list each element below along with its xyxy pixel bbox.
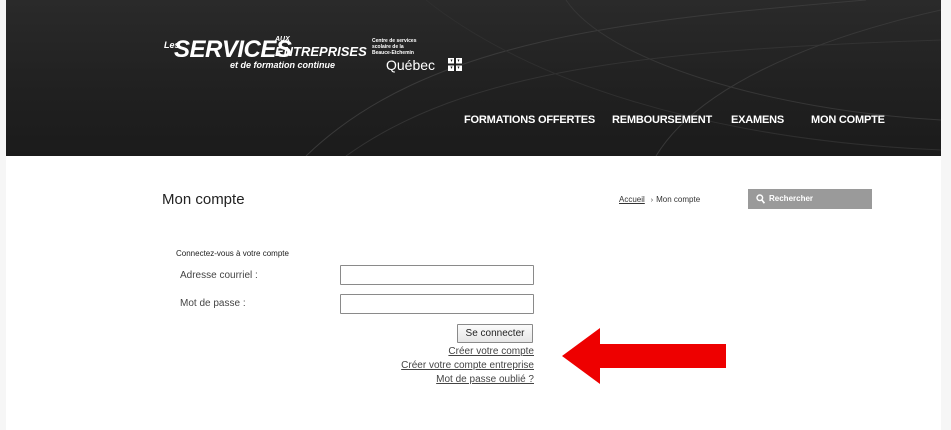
nav-remboursement[interactable]: REMBOURSEMENT <box>612 114 712 128</box>
site-header: Les SERVICES AUX ENTREPRISES et de forma… <box>6 0 941 156</box>
breadcrumb-separator: › <box>650 197 654 204</box>
breadcrumb-home-link[interactable]: Accueil <box>619 195 645 204</box>
email-field[interactable] <box>340 265 534 285</box>
cs-line-3: Beauce-Etchemin <box>372 50 414 56</box>
email-label: Adresse courriel : <box>180 270 258 281</box>
password-label: Mot de passe : <box>180 298 246 309</box>
page: Les SERVICES AUX ENTREPRISES et de forma… <box>0 0 951 430</box>
logo-entreprises: ENTREPRISES <box>275 44 367 59</box>
logo-aux: AUX <box>275 36 290 43</box>
page-border-right <box>941 0 951 430</box>
breadcrumb-current: Mon compte <box>656 195 701 204</box>
red-arrow-icon <box>562 328 726 384</box>
search-placeholder: Rechercher <box>769 194 814 203</box>
nav-formations-offertes[interactable]: FORMATIONS OFFERTES <box>464 114 595 128</box>
page-title: Mon compte <box>162 191 245 208</box>
school-service-logo: Centre de services scolaire de la Beauce… <box>372 38 482 78</box>
create-business-account-link[interactable]: Créer votre compte entreprise <box>360 360 534 371</box>
quebec-flag-icon <box>448 58 462 71</box>
create-account-link[interactable]: Créer votre compte <box>430 346 534 357</box>
header-decoration <box>305 0 941 156</box>
nav-examens[interactable]: EXAMENS <box>731 114 784 128</box>
login-button[interactable]: Se connecter <box>457 324 533 343</box>
nav-mon-compte[interactable]: MON COMPTE <box>811 114 885 128</box>
breadcrumb: Accueil › Mon compte <box>619 195 700 204</box>
logo-formation: et de formation continue <box>230 60 336 70</box>
quebec-wordmark: Québec <box>386 57 436 73</box>
search-box[interactable]: Rechercher <box>748 189 872 209</box>
site-logo[interactable]: Les SERVICES AUX ENTREPRISES et de forma… <box>164 36 367 76</box>
forgot-password-link[interactable]: Mot de passe oublié ? <box>420 374 534 385</box>
password-field[interactable] <box>340 294 534 314</box>
login-heading: Connectez-vous à votre compte <box>176 249 289 258</box>
search-icon <box>756 194 765 204</box>
